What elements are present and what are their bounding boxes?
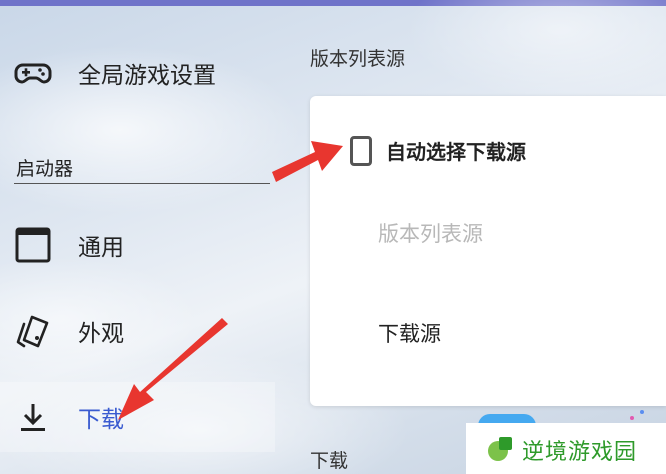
sidebar-item-general[interactable]: 通用 bbox=[0, 214, 275, 276]
sidebar-item-label: 全局游戏设置 bbox=[78, 63, 216, 89]
brush-icon bbox=[14, 312, 52, 350]
gamepad-icon bbox=[14, 54, 52, 92]
download-settings-card: 自动选择下载源 版本列表源 下载源 bbox=[310, 96, 666, 406]
sidebar-item-appearance[interactable]: 外观 bbox=[0, 300, 275, 362]
section-title-version-list-source: 版本列表源 bbox=[310, 48, 406, 70]
watermark: 逆境游戏园 bbox=[466, 423, 666, 474]
sidebar: 全局游戏设置 启动器 通用 外观 下载 bbox=[0, 6, 275, 474]
section-title-download: 下载 bbox=[310, 450, 349, 472]
auto-select-source-label[interactable]: 自动选择下载源 bbox=[386, 136, 526, 165]
sidebar-item-label: 外观 bbox=[78, 321, 124, 347]
section-label-launcher: 启动器 bbox=[16, 158, 74, 180]
leaf-logo-icon bbox=[486, 435, 514, 463]
sidebar-item-global-game-settings[interactable]: 全局游戏设置 bbox=[0, 42, 275, 104]
sidebar-item-label: 通用 bbox=[78, 235, 124, 261]
download-source-option[interactable]: 下载源 bbox=[378, 318, 441, 348]
auto-select-source-checkbox[interactable] bbox=[350, 136, 372, 166]
version-list-source-option: 版本列表源 bbox=[378, 222, 483, 246]
sidebar-item-label: 下载 bbox=[78, 407, 124, 433]
watermark-text: 逆境游戏园 bbox=[522, 440, 638, 465]
section-divider bbox=[14, 183, 270, 184]
window-icon bbox=[14, 226, 52, 264]
sidebar-item-download[interactable]: 下载 bbox=[0, 382, 275, 452]
download-icon bbox=[14, 398, 52, 436]
